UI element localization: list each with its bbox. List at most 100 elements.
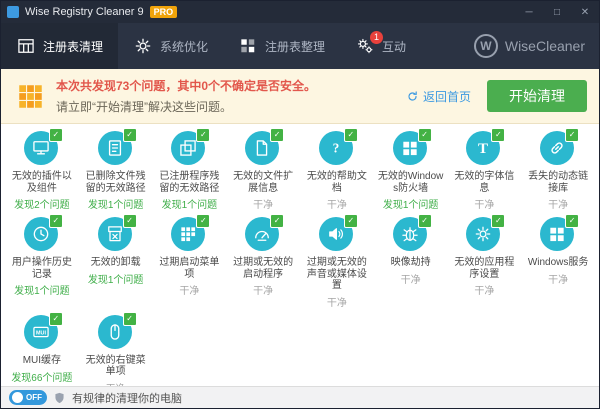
item-checkbox-checked-icon[interactable]: ✓ (123, 312, 137, 326)
cleanup-item[interactable]: ✓映像劫持干净 (375, 213, 447, 311)
tab-registry-defrag[interactable]: 注册表整理 (223, 23, 340, 69)
cleanup-items-grid: ✓无效的插件以及组件发现2个问题✓已删除文件残留的无效路径发现1个问题✓已注册程… (1, 124, 599, 386)
item-icon-wrap: ✓ (540, 217, 576, 253)
item-status: 干净 (548, 271, 568, 286)
item-icon-wrap: ✓ (393, 131, 429, 167)
item-label: 无效的应用程序设置 (450, 257, 520, 280)
item-checkbox-checked-icon[interactable]: ✓ (491, 128, 505, 142)
tab-label: 互动 (382, 38, 406, 55)
item-status: 干净 (474, 282, 494, 297)
tab-label: 注册表清理 (43, 38, 103, 55)
cleanup-item[interactable]: ✓ Windows服务干净 (522, 213, 594, 311)
item-icon-wrap: T✓ (466, 131, 502, 167)
scan-summary-text: 本次共发现73个问题，其中0个不确定是否安全。 请立即“开始清理”解决这些问题。 (56, 77, 406, 115)
cleanup-item[interactable]: ✓已删除文件残留的无效路径发现1个问题 (80, 127, 152, 213)
gear-icon (133, 36, 153, 56)
item-label: 无效的插件以及组件 (7, 171, 77, 194)
item-label: MUI缓存 (21, 355, 63, 367)
item-label: Windows服务 (526, 257, 591, 269)
notification-badge: 1 (370, 31, 383, 44)
app-window: Wise Registry Cleaner 9 PRO ─ □ ✕ 注册表清理 系… (0, 0, 600, 409)
tab-label: 注册表整理 (265, 38, 325, 55)
statusbar: OFF 有规律的清理你的电脑 (1, 386, 599, 408)
tab-label: 系统优化 (160, 38, 208, 55)
cleanup-item[interactable]: ?✓无效的帮助文档干净 (301, 127, 373, 213)
defrag-icon (238, 36, 258, 56)
item-checkbox-checked-icon[interactable]: ✓ (49, 128, 63, 142)
scan-summary-bar: 本次共发现73个问题，其中0个不确定是否安全。 请立即“开始清理”解决这些问题。… (1, 69, 599, 124)
item-label: 无效的右键菜单项 (81, 355, 151, 378)
item-icon-wrap: ✓ (24, 217, 60, 253)
cleanup-item[interactable]: ✓丢失的动态链接库干净 (522, 127, 594, 213)
item-checkbox-checked-icon[interactable]: ✓ (344, 214, 358, 228)
svg-text:T: T (478, 141, 488, 157)
item-checkbox-checked-icon[interactable]: ✓ (270, 128, 284, 142)
cleanup-item[interactable]: ✓无效的右键菜单项干净 (80, 311, 152, 387)
minimize-icon[interactable]: ─ (515, 1, 543, 23)
item-checkbox-checked-icon[interactable]: ✓ (565, 128, 579, 142)
window-controls: ─ □ ✕ (515, 1, 599, 23)
cleanup-item[interactable]: ✓ 无效的应用程序设置干净 (449, 213, 521, 311)
toggle-knob (12, 392, 23, 403)
item-label: 无效的字体信息 (450, 171, 520, 194)
cleanup-item[interactable]: ✓ 已注册程序残留的无效路径发现1个问题 (154, 127, 226, 213)
item-status: 发现66个问题 (11, 369, 72, 384)
item-checkbox-checked-icon[interactable]: ✓ (270, 214, 284, 228)
item-checkbox-checked-icon[interactable]: ✓ (123, 214, 137, 228)
item-icon-wrap: ✓ (393, 217, 429, 253)
cleanup-item[interactable]: ✓ 无效的插件以及组件发现2个问题 (6, 127, 78, 213)
cleanup-item[interactable]: MUI✓MUI缓存发现66个问题 (6, 311, 78, 387)
item-checkbox-checked-icon[interactable]: ✓ (196, 128, 210, 142)
item-label: 用户操作历史记录 (7, 257, 77, 280)
item-label: 无效的文件扩展信息 (228, 171, 298, 194)
close-icon[interactable]: ✕ (571, 1, 599, 23)
item-checkbox-checked-icon[interactable]: ✓ (491, 214, 505, 228)
nav-tabs: 注册表清理 系统优化 注册表整理 1互动 (1, 23, 421, 69)
cleanup-item[interactable]: T✓无效的字体信息干净 (449, 127, 521, 213)
item-status: 发现1个问题 (88, 196, 144, 211)
item-status: 发现2个问题 (14, 196, 70, 211)
item-icon-wrap: ✓ (466, 217, 502, 253)
item-label: 丢失的动态链接库 (523, 171, 593, 194)
tab-community[interactable]: 1互动 (340, 23, 421, 69)
maximize-icon[interactable]: □ (543, 1, 571, 23)
item-label: 已注册程序残留的无效路径 (155, 171, 225, 194)
back-home-label: 返回首页 (423, 88, 471, 105)
item-label: 无效的帮助文档 (302, 171, 372, 194)
brand-name: WiseCleaner (505, 38, 585, 54)
item-checkbox-checked-icon[interactable]: ✓ (418, 214, 432, 228)
item-status: 发现1个问题 (14, 282, 70, 297)
item-status: 干净 (253, 196, 273, 211)
item-checkbox-checked-icon[interactable]: ✓ (344, 128, 358, 142)
item-checkbox-checked-icon[interactable]: ✓ (49, 214, 63, 228)
item-checkbox-checked-icon[interactable]: ✓ (49, 312, 63, 326)
back-home-link[interactable]: 返回首页 (406, 88, 471, 105)
item-status: 发现1个问题 (383, 196, 439, 211)
start-clean-button[interactable]: 开始清理 (487, 80, 587, 112)
item-checkbox-checked-icon[interactable]: ✓ (565, 214, 579, 228)
cleanup-item[interactable]: ✓过期或无效的启动程序干净 (227, 213, 299, 311)
item-checkbox-checked-icon[interactable]: ✓ (418, 128, 432, 142)
item-checkbox-checked-icon[interactable]: ✓ (123, 128, 137, 142)
item-label: 无效的卸载 (89, 257, 143, 269)
statusbar-text: 有规律的清理你的电脑 (72, 390, 182, 406)
main-content: ✓无效的插件以及组件发现2个问题✓已删除文件残留的无效路径发现1个问题✓已注册程… (1, 124, 599, 386)
cleanup-item[interactable]: ✓无效的Windows防火墙发现1个问题 (375, 127, 447, 213)
cleanup-item[interactable]: ✓过期启动菜单项干净 (154, 213, 226, 311)
cleanup-item[interactable]: ✓过期或无效的声音或媒体设置干净 (301, 213, 373, 311)
pro-badge: PRO (150, 6, 178, 18)
item-status: 发现1个问题 (88, 271, 144, 286)
cleanup-item[interactable]: ✓ 无效的文件扩展信息干净 (227, 127, 299, 213)
item-checkbox-checked-icon[interactable]: ✓ (196, 214, 210, 228)
cleanup-item[interactable]: ✓ 无效的卸载发现1个问题 (80, 213, 152, 311)
item-icon-wrap: ✓ (98, 217, 134, 253)
item-status: 发现1个问题 (162, 196, 218, 211)
tab-registry-cleaner[interactable]: 注册表清理 (1, 23, 118, 69)
cleanup-item[interactable]: ✓ 用户操作历史记录发现1个问题 (6, 213, 78, 311)
scan-result-line: 本次共发现73个问题，其中0个不确定是否安全。 (56, 77, 406, 94)
tab-system-tuneup[interactable]: 系统优化 (118, 23, 223, 69)
refresh-icon (406, 90, 419, 103)
item-icon-wrap: ✓ (98, 131, 134, 167)
schedule-toggle[interactable]: OFF (9, 390, 47, 405)
window-title: Wise Registry Cleaner 9 (25, 6, 144, 18)
